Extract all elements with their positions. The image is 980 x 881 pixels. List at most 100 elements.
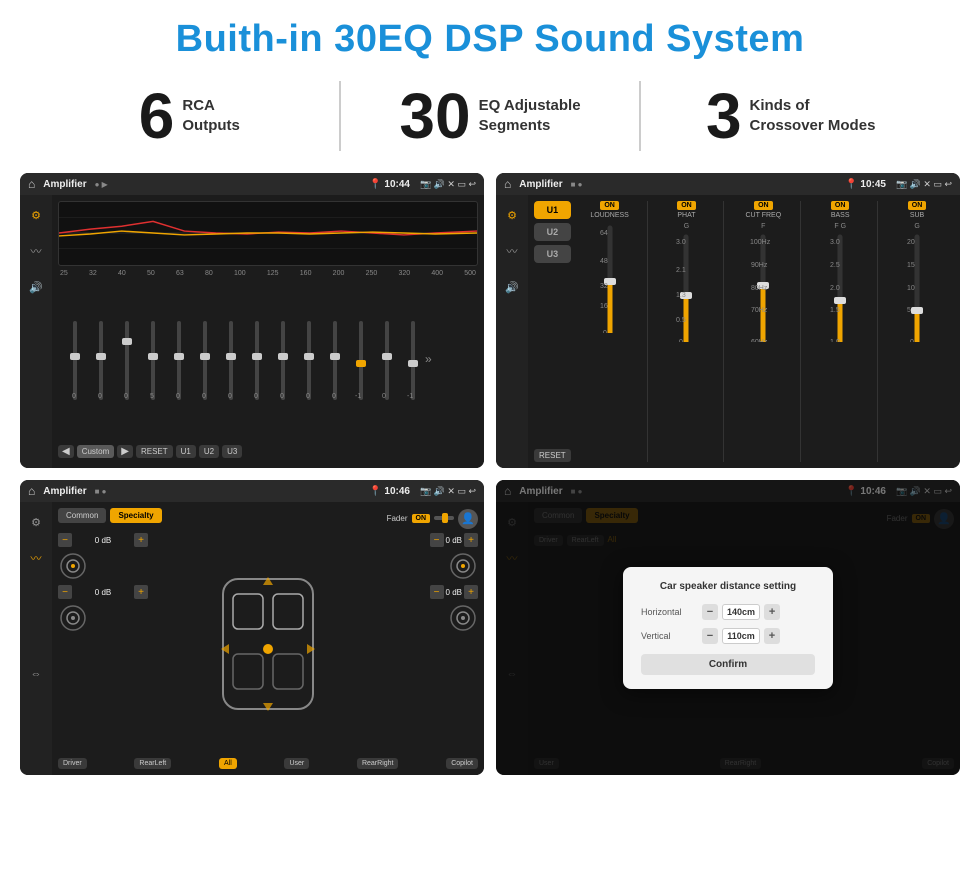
fader-car-center — [154, 533, 382, 754]
fader-all-btn[interactable]: All — [219, 758, 237, 769]
dialog-overlay: Car speaker distance setting Horizontal … — [496, 480, 960, 775]
fader-sidebar-wave-icon[interactable]: 〰 — [24, 546, 48, 570]
amp-reset-btn[interactable]: RESET — [534, 449, 571, 462]
fader-left-top-plus[interactable]: + — [134, 533, 148, 547]
dialog-vertical-minus[interactable]: − — [702, 628, 718, 644]
fader-sidebar-speaker-icon[interactable]: ⇔ — [24, 662, 48, 686]
eq-main-area: 253240506380 100125160200250320 400500 — [52, 195, 484, 468]
amp-cutfreq-slider[interactable]: 100Hz 90Hz 80Hz 70Hz 60Hz — [748, 232, 778, 342]
fader-main-area: Common Specialty Fader ON 👤 — [52, 502, 484, 775]
dialog-vertical-plus[interactable]: + — [764, 628, 780, 644]
stat-eq: 30 EQ AdjustableSegments — [361, 84, 620, 148]
home-icon[interactable]: ⌂ — [28, 177, 35, 191]
eq-screen-content: ⚙ 〰 🔊 — [20, 195, 484, 468]
amp-home-icon[interactable]: ⌂ — [504, 177, 511, 191]
amp-phat-on[interactable]: ON — [677, 201, 696, 210]
svg-text:0: 0 — [254, 393, 258, 400]
amp-app-title: Amplifier — [519, 179, 562, 190]
svg-text:48: 48 — [600, 258, 608, 265]
amp-cutfreq-on[interactable]: ON — [754, 201, 773, 210]
eq-status-bar: ⌂ Amplifier ● ▶ 📍 10:44 📷 🔊 ✕ ▭ ↩ — [20, 173, 484, 195]
dialog-confirm-button[interactable]: Confirm — [641, 654, 815, 675]
fader-copilot-btn[interactable]: Copilot — [446, 758, 478, 769]
amp-sidebar-wave-icon[interactable]: 〰 — [500, 239, 524, 263]
svg-text:3.0: 3.0 — [830, 239, 840, 246]
fader-slider-mini[interactable] — [434, 512, 454, 526]
amp-phat-slider[interactable]: 3.0 2.1 1.3 0.5 0 — [671, 232, 701, 342]
amp-phat-label: PHAT — [677, 212, 695, 219]
dialog-horizontal-minus[interactable]: − — [702, 604, 718, 620]
fader-driver-btn[interactable]: Driver — [58, 758, 87, 769]
amp-sidebar-eq-icon[interactable]: ⚙ — [500, 203, 524, 227]
fader-speaker-l2 — [58, 603, 88, 633]
svg-text:0: 0 — [176, 393, 180, 400]
amp-cutfreq-channel: ON CUT FREQ F 100Hz 90Hz 80Hz 70H — [730, 201, 801, 462]
amp-cutfreq-svg: 100Hz 90Hz 80Hz 70Hz 60Hz — [748, 232, 778, 342]
stat-rca: 6 RCAOutputs — [60, 84, 319, 148]
svg-text:0.5: 0.5 — [676, 317, 686, 324]
svg-text:10: 10 — [907, 285, 915, 292]
amp-bass-on[interactable]: ON — [831, 201, 850, 210]
amp-loudness-slider[interactable]: 64 48 32 16 0 — [595, 223, 625, 333]
fader-right-top-minus[interactable]: − — [430, 533, 444, 547]
fader-right-top-plus[interactable]: + — [464, 533, 478, 547]
fader-tab-specialty[interactable]: Specialty — [110, 508, 161, 523]
svg-text:60Hz: 60Hz — [751, 339, 768, 342]
amp-u2-preset[interactable]: U2 — [534, 223, 571, 241]
eq-reset-btn[interactable]: RESET — [136, 445, 173, 458]
fader-rearleft-btn[interactable]: RearLeft — [134, 758, 171, 769]
eq-sidebar-wave-icon[interactable]: 〰 — [24, 239, 48, 263]
amp-u1-preset[interactable]: U1 — [534, 201, 571, 219]
stat-crossover: 3 Kinds ofCrossover Modes — [661, 84, 920, 148]
fader-home-icon[interactable]: ⌂ — [28, 484, 35, 498]
fader-left-bottom-val: 0 dB — [74, 588, 132, 597]
fader-left-bottom-minus[interactable]: − — [58, 585, 72, 599]
amp-loudness-on[interactable]: ON — [600, 201, 619, 210]
amp-channel-controls: ON LOUDNESS 64 48 32 16 0 — [577, 201, 954, 462]
eq-u1-btn[interactable]: U1 — [176, 445, 196, 458]
stats-row: 6 RCAOutputs 30 EQ AdjustableSegments 3 … — [0, 71, 980, 165]
svg-text:0: 0 — [679, 339, 683, 342]
fader-user-btn[interactable]: User — [284, 758, 309, 769]
amp-sub-svg: 20 15 10 5 0 — [902, 232, 932, 342]
fader-icons: 📷 🔊 ✕ ▭ ↩ — [420, 486, 476, 497]
stat-number-eq: 30 — [399, 84, 470, 148]
amp-phat-channel: ON PHAT G 3.0 2.1 1.3 0.5 — [654, 201, 725, 462]
svg-text:0: 0 — [202, 393, 206, 400]
svg-text:5: 5 — [150, 393, 154, 400]
amp-icons: 📷 🔊 ✕ ▭ ↩ — [896, 179, 952, 190]
amp-u3-preset[interactable]: U3 — [534, 245, 571, 263]
eq-u3-btn[interactable]: U3 — [222, 445, 242, 458]
eq-sidebar-eq-icon[interactable]: ⚙ — [24, 203, 48, 227]
eq-custom-btn[interactable]: Custom — [77, 445, 115, 458]
fader-avatar[interactable]: 👤 — [458, 509, 478, 529]
eq-app-title: Amplifier — [43, 179, 86, 190]
fader-sidebar-eq-icon[interactable]: ⚙ — [24, 510, 48, 534]
fader-right-bottom-minus[interactable]: − — [430, 585, 444, 599]
eq-freq-labels: 253240506380 100125160200250320 400500 — [58, 270, 478, 277]
divider-2 — [639, 81, 641, 151]
eq-u2-btn[interactable]: U2 — [199, 445, 219, 458]
amp-sidebar-speaker-icon[interactable]: 🔊 — [500, 275, 524, 299]
eq-bottom-buttons: ◀ Custom ▶ RESET U1 U2 U3 — [58, 440, 478, 462]
fader-left-top-minus[interactable]: − — [58, 533, 72, 547]
fader-tab-common[interactable]: Common — [58, 508, 106, 523]
fader-right-bottom-plus[interactable]: + — [464, 585, 478, 599]
amp-screen-card: ⌂ Amplifier ■ ● 📍 10:45 📷 🔊 ✕ ▭ ↩ ⚙ 〰 🔊 … — [496, 173, 960, 468]
eq-screen-card: ⌂ Amplifier ● ▶ 📍 10:44 📷 🔊 ✕ ▭ ↩ ⚙ 〰 🔊 — [20, 173, 484, 468]
eq-next-btn[interactable]: ▶ — [117, 445, 133, 458]
amp-sub-on[interactable]: ON — [908, 201, 927, 210]
eq-prev-btn[interactable]: ◀ — [58, 445, 74, 458]
fader-speaker-icon-right — [448, 551, 478, 581]
fader-car-svg — [203, 559, 333, 729]
eq-sidebar-speaker-icon[interactable]: 🔊 — [24, 275, 48, 299]
fader-rearright-btn[interactable]: RearRight — [357, 758, 399, 769]
dialog-horizontal-plus[interactable]: + — [764, 604, 780, 620]
fader-right-bottom-db: − 0 dB + — [430, 585, 478, 599]
eq-curve-svg — [59, 202, 477, 265]
svg-text:64: 64 — [600, 230, 608, 237]
fader-left-bottom-plus[interactable]: + — [134, 585, 148, 599]
amp-bass-slider[interactable]: 3.0 2.5 2.0 1.5 1.0 — [825, 232, 855, 342]
fader-right-top-db: − 0 dB + — [430, 533, 478, 547]
amp-sub-slider[interactable]: 20 15 10 5 0 — [902, 232, 932, 342]
